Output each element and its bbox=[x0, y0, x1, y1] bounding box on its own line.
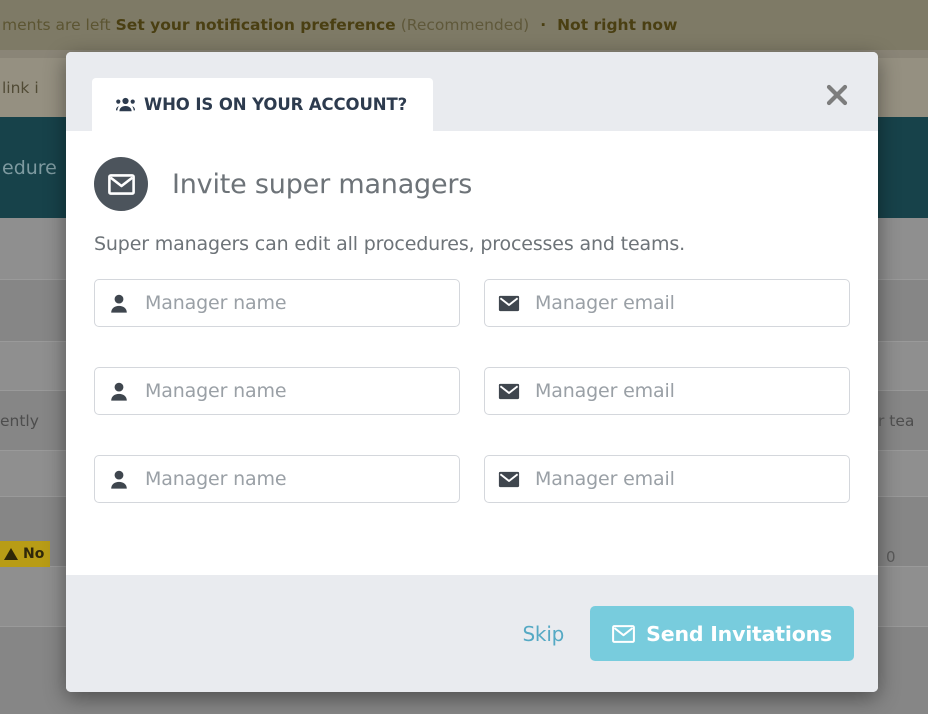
page-title: Invite super managers bbox=[172, 168, 473, 200]
envelope-icon bbox=[94, 157, 148, 211]
banner-recommended-note: (Recommended) bbox=[400, 16, 530, 34]
tab-label: WHO IS ON YOUR ACCOUNT? bbox=[144, 95, 408, 114]
send-invitations-button[interactable]: Send Invitations bbox=[590, 606, 854, 661]
background-teal-text: edure bbox=[2, 156, 57, 179]
envelope-icon bbox=[485, 295, 533, 312]
invite-super-managers-modal: WHO IS ON YOUR ACCOUNT? Invite super man… bbox=[66, 52, 878, 692]
banner-lead-text: ments are left bbox=[2, 16, 111, 34]
manager-email-field-3[interactable] bbox=[484, 455, 850, 503]
modal-subtitle: Super managers can edit all procedures, … bbox=[94, 233, 686, 255]
manager-name-field-1[interactable] bbox=[94, 279, 460, 327]
notification-banner: ments are left Set your notification pre… bbox=[0, 0, 928, 50]
background-subbar-text: link i bbox=[2, 78, 39, 97]
manager-name-input-1[interactable] bbox=[143, 280, 459, 326]
skip-button[interactable]: Skip bbox=[522, 622, 564, 646]
manager-name-field-3[interactable] bbox=[94, 455, 460, 503]
manager-name-input-3[interactable] bbox=[143, 456, 459, 502]
users-icon bbox=[116, 97, 135, 112]
manager-email-field-1[interactable] bbox=[484, 279, 850, 327]
modal-header: WHO IS ON YOUR ACCOUNT? bbox=[66, 52, 878, 131]
manager-email-input-1[interactable] bbox=[533, 280, 849, 326]
banner-preference-link[interactable]: Set your notification preference bbox=[116, 16, 396, 34]
background-row-right-text: r tea bbox=[0, 391, 928, 451]
modal-title-row: Invite super managers bbox=[94, 157, 850, 211]
send-invitations-label: Send Invitations bbox=[646, 621, 832, 646]
modal-body: Invite super managers Super managers can… bbox=[66, 131, 878, 575]
manager-email-input-3[interactable] bbox=[533, 456, 849, 502]
modal-footer: Skip Send Invitations bbox=[66, 575, 878, 692]
banner-separator: · bbox=[540, 16, 547, 34]
close-icon[interactable] bbox=[820, 78, 854, 112]
warning-badge-label: No bbox=[23, 546, 45, 562]
tab-who-is-on-your-account[interactable]: WHO IS ON YOUR ACCOUNT? bbox=[92, 78, 434, 131]
background-counter: 0 bbox=[886, 548, 896, 566]
warning-badge: No bbox=[0, 541, 51, 567]
warning-triangle-icon bbox=[4, 548, 18, 560]
background-right-text: r tea bbox=[878, 412, 915, 430]
person-icon bbox=[95, 470, 143, 489]
envelope-icon bbox=[485, 471, 533, 488]
banner-dismiss-link[interactable]: Not right now bbox=[557, 16, 677, 34]
envelope-icon bbox=[612, 624, 636, 643]
person-icon bbox=[95, 294, 143, 313]
